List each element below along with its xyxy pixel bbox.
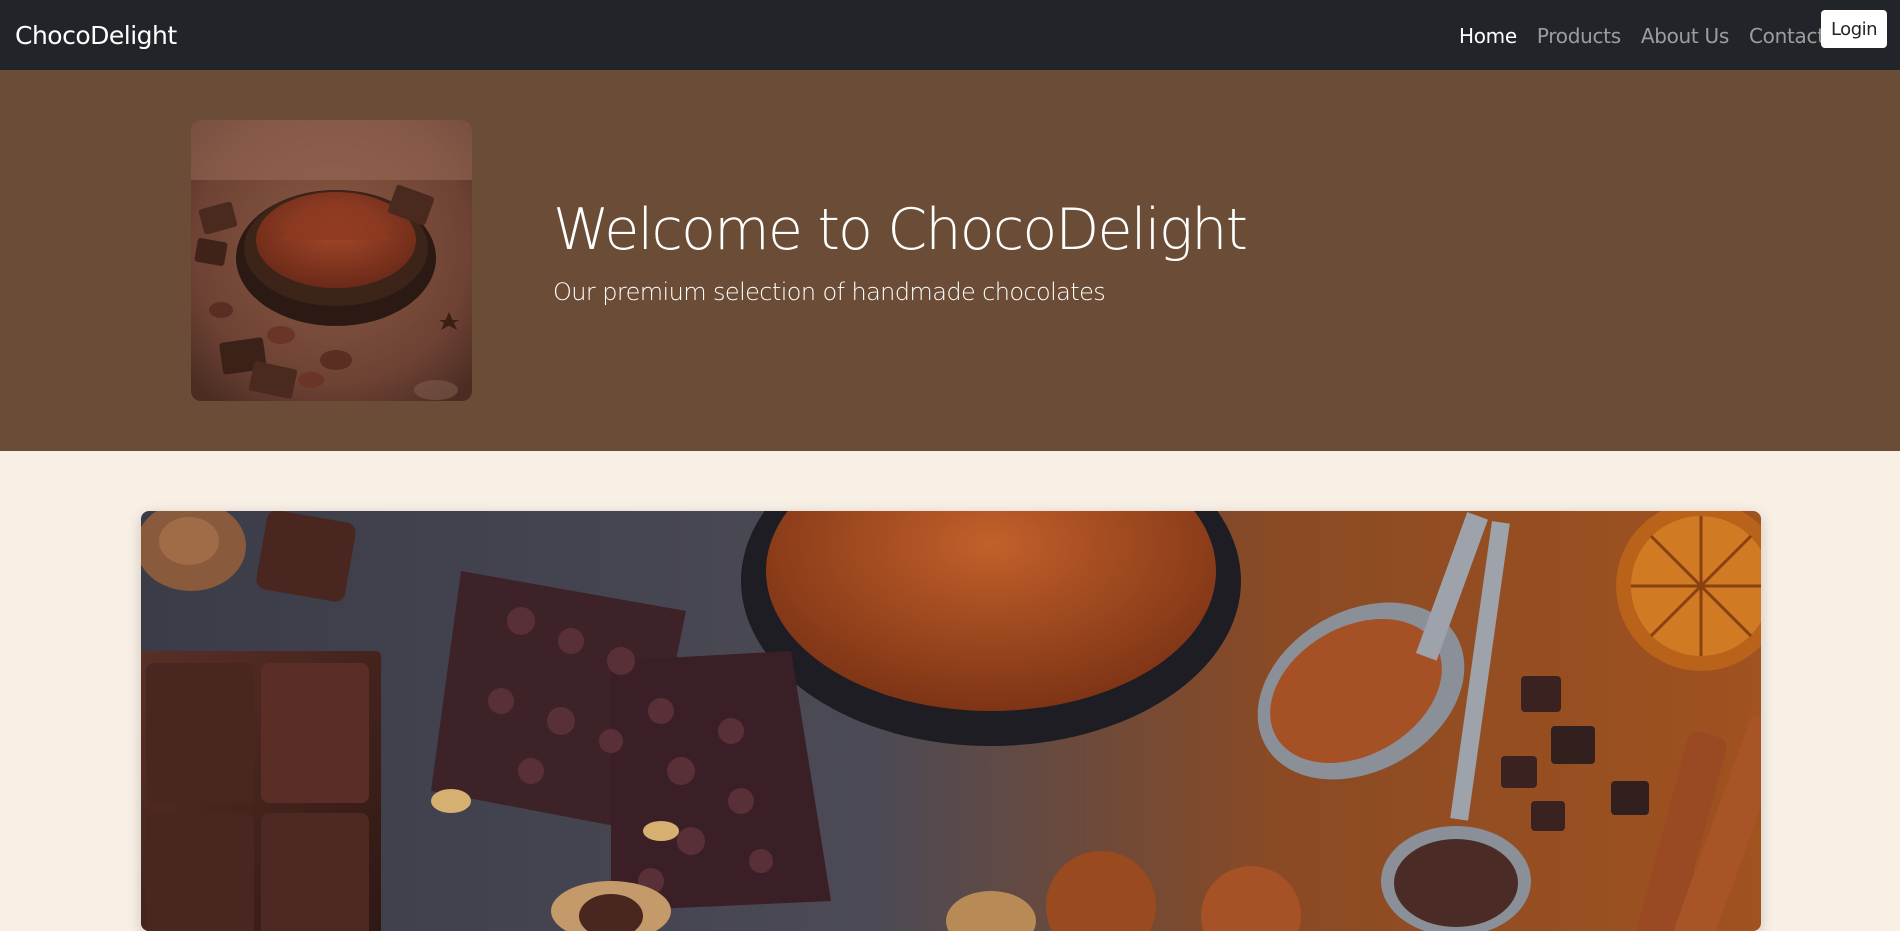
hero-title: Welcome to ChocoDelight	[553, 197, 1248, 263]
nav-link-products[interactable]: Products	[1537, 22, 1621, 50]
hero-image	[191, 120, 472, 401]
nav-link-home[interactable]: Home	[1459, 22, 1517, 50]
hero-subtitle: Our premium selection of handmade chocol…	[553, 278, 1106, 306]
banner-image	[141, 511, 1761, 931]
hero-section: Welcome to ChocoDelight Our premium sele…	[0, 70, 1900, 451]
login-button[interactable]: Login	[1821, 10, 1887, 48]
nav-links: Home Products About Us Contact	[1459, 22, 1845, 50]
brand-logo-link[interactable]: ChocoDelight	[15, 19, 177, 53]
cocoa-bowl-image	[191, 120, 472, 401]
nav-link-about-us[interactable]: About Us	[1641, 22, 1729, 50]
navbar: ChocoDelight Home Products About Us Cont…	[0, 0, 1900, 70]
nav-link-contact[interactable]: Contact	[1749, 22, 1825, 50]
chocolate-assortment-image	[141, 511, 1761, 931]
